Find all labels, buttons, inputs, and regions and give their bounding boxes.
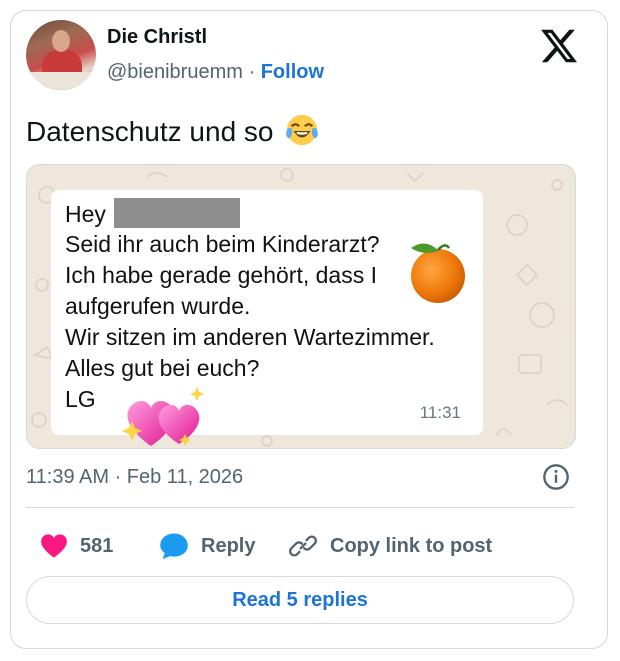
tangerine-emoji-icon [411, 243, 465, 303]
post-actions-bar: 581 Reply Copy link to post [26, 524, 574, 568]
reply-button[interactable]: Reply [159, 524, 255, 568]
author-avatar[interactable] [26, 20, 96, 90]
separator-dot: · [248, 61, 256, 83]
post-timestamp[interactable]: 11:39 AM · Feb 11, 2026 [26, 466, 243, 489]
copy-link-button[interactable]: Copy link to post [288, 524, 492, 568]
author-handle[interactable]: @bienibruemm [107, 61, 243, 83]
post-text-content: Datenschutz und so [26, 116, 274, 147]
message-time: 11:31 [419, 403, 461, 422]
post-text: Datenschutz und so [26, 113, 319, 148]
author-name[interactable]: Die Christl [107, 26, 207, 49]
message-line-6: Alles gut bei euch? [65, 355, 260, 381]
link-icon [288, 535, 318, 557]
reply-bubble-icon [160, 533, 188, 560]
x-logo-icon[interactable] [539, 26, 579, 66]
redacted-name-block [113, 198, 240, 228]
face-with-tears-of-joy-icon [286, 114, 319, 146]
message-line-1: Hey [65, 201, 106, 227]
heart-icon [41, 534, 67, 558]
message-line-4: aufgerufen wurde. [65, 293, 251, 319]
reply-label: Reply [201, 534, 256, 557]
chat-message-text: Hey Seid ihr auch beim Kinderarzt? Ich h… [65, 198, 435, 415]
message-line-2: Seid ihr auch beim Kinderarzt? [65, 231, 380, 257]
follow-link[interactable]: Follow [261, 61, 324, 83]
chat-message-bubble: Hey Seid ihr auch beim Kinderarzt? Ich h… [51, 190, 483, 446]
message-line-3: Ich habe gerade gehört, dass I [65, 262, 377, 288]
read-replies-button[interactable]: Read 5 replies [26, 576, 574, 624]
divider [26, 507, 574, 508]
like-count: 581 [80, 534, 114, 557]
info-icon[interactable] [542, 463, 570, 491]
like-button[interactable]: 581 [40, 524, 113, 568]
author-handle-row: @bienibruemm · Follow [107, 61, 324, 84]
chat-screenshot-image[interactable]: Hey Seid ihr auch beim Kinderarzt? Ich h… [26, 164, 576, 449]
sparkling-hearts-emoji-icon [122, 387, 204, 446]
copy-link-label: Copy link to post [330, 534, 493, 557]
message-line-5: Wir sitzen im anderen Wartezimmer. [65, 324, 435, 350]
